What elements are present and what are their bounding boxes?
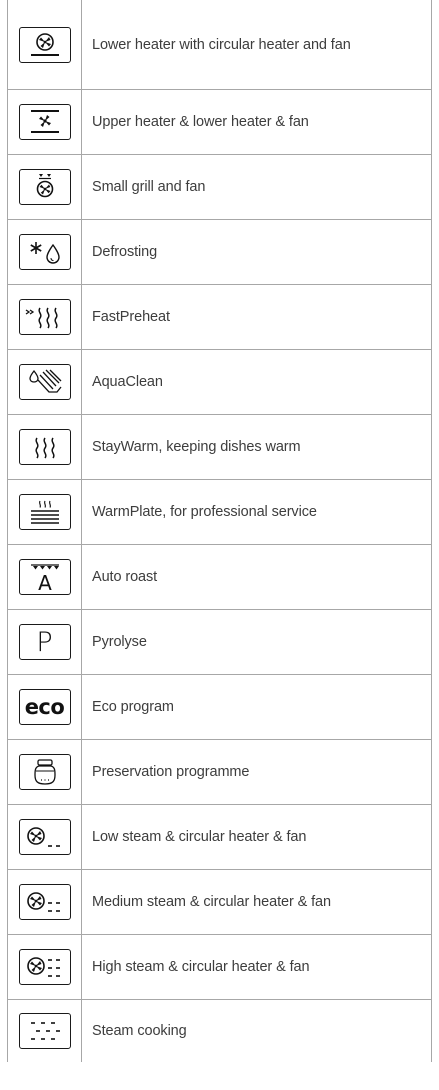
lower-heater-circular-fan-icon: [18, 26, 71, 63]
function-label: StayWarm, keeping dishes warm: [92, 439, 301, 455]
icon-cell: [8, 480, 82, 544]
preservation-icon: [18, 754, 71, 790]
auto-roast-icon: A: [18, 559, 71, 595]
legend-row: A Auto roast: [7, 545, 432, 610]
function-label: Preservation programme: [92, 764, 250, 780]
icon-cell: [8, 870, 82, 934]
legend-row: WarmPlate, for professional service: [7, 480, 432, 545]
icon-cell: A: [8, 545, 82, 609]
low-steam-fan-icon: [18, 819, 71, 855]
icon-cell: [8, 740, 82, 804]
function-label: Medium steam & circular heater & fan: [92, 894, 331, 910]
legend-row: AquaClean: [7, 350, 432, 415]
legend-row: Small grill and fan: [7, 155, 432, 220]
function-label: FastPreheat: [92, 309, 170, 325]
legend-row: High steam & circular heater & fan: [7, 935, 432, 1000]
icon-cell: [8, 285, 82, 349]
legend-row: StayWarm, keeping dishes warm: [7, 415, 432, 480]
icon-cell: eco: [8, 675, 82, 739]
function-label: Auto roast: [92, 569, 158, 585]
legend-row: eco Eco program: [7, 675, 432, 740]
legend-row: Low steam & circular heater & fan: [7, 805, 432, 870]
warm-plate-icon: [18, 494, 71, 530]
function-label: Defrosting: [92, 244, 158, 260]
function-label: Low steam & circular heater & fan: [92, 829, 307, 845]
legend-row: Preservation programme: [7, 740, 432, 805]
auto-roast-glyph: A: [38, 571, 52, 592]
function-label: High steam & circular heater & fan: [92, 959, 310, 975]
eco-program-icon: eco: [18, 689, 71, 725]
icon-cell: [8, 220, 82, 284]
defrosting-icon: [18, 234, 71, 270]
eco-glyph: eco: [24, 695, 65, 719]
legend-row: P Pyrolyse: [7, 610, 432, 675]
function-label: Eco program: [92, 699, 174, 715]
icon-cell: [8, 155, 82, 219]
function-label: Upper heater & lower heater & fan: [92, 114, 309, 130]
legend-row: Steam cooking: [7, 1000, 432, 1062]
function-label: Steam cooking: [92, 1023, 187, 1039]
icon-cell: [8, 90, 82, 154]
stay-warm-icon: [18, 429, 71, 465]
legend-row: FastPreheat: [7, 285, 432, 350]
oven-functions-legend: Lower heater with circular heater and fa…: [7, 0, 432, 1062]
function-label: Lower heater with circular heater and fa…: [92, 36, 351, 53]
fast-preheat-icon: [18, 299, 71, 335]
legend-row: Medium steam & circular heater & fan: [7, 870, 432, 935]
small-grill-fan-icon: [18, 169, 71, 205]
function-label: Pyrolyse: [92, 634, 147, 650]
icon-cell: [8, 1000, 82, 1062]
medium-steam-fan-icon: [18, 884, 71, 920]
icon-cell: [8, 805, 82, 869]
upper-lower-heater-fan-icon: [18, 104, 71, 140]
legend-row: Upper heater & lower heater & fan: [7, 90, 432, 155]
legend-row: Defrosting: [7, 220, 432, 285]
function-label: AquaClean: [92, 374, 163, 390]
icon-cell: [8, 935, 82, 999]
icon-cell: [8, 0, 82, 89]
icon-cell: P: [8, 610, 82, 674]
aqua-clean-icon: [18, 364, 71, 400]
pyrolyse-glyph: P: [36, 626, 53, 658]
icon-cell: [8, 350, 82, 414]
legend-row: Lower heater with circular heater and fa…: [7, 0, 432, 90]
function-label: Small grill and fan: [92, 179, 206, 195]
function-label: WarmPlate, for professional service: [92, 504, 317, 520]
pyrolyse-icon: P: [18, 624, 71, 660]
high-steam-fan-icon: [18, 949, 71, 985]
steam-cooking-icon: [18, 1013, 71, 1049]
icon-cell: [8, 415, 82, 479]
